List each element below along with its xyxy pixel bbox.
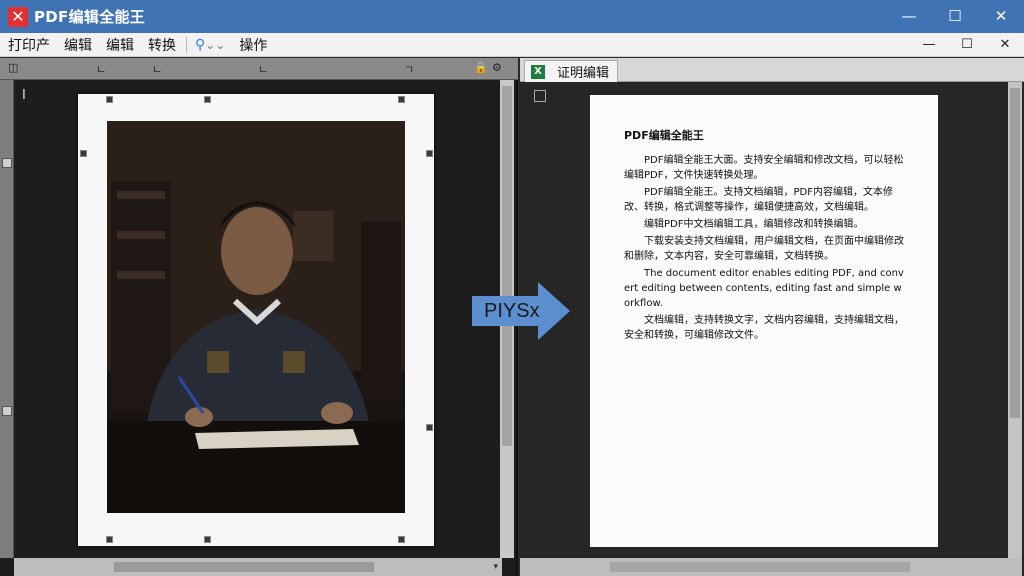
resize-handle[interactable] xyxy=(398,536,405,543)
app-title: PDF编辑全能王 xyxy=(34,8,146,26)
ruler-marker[interactable] xyxy=(2,158,12,168)
scrollbar-thumb[interactable] xyxy=(502,86,512,446)
document-paragraph: 文档编辑，支持转换文字，文档内容编辑，支持编辑文档，安全和转换，可编辑修改文件。 xyxy=(624,315,904,341)
photo-image[interactable] xyxy=(107,121,405,513)
resize-handle[interactable] xyxy=(398,96,405,103)
ruler-lock-icon: 🔒 xyxy=(474,61,488,74)
menu-item-actions[interactable]: 操作 xyxy=(239,35,267,55)
scrollbar-thumb[interactable] xyxy=(610,562,910,572)
menu-item-edit-2[interactable]: 编辑 xyxy=(106,35,134,55)
minimize-button[interactable]: — xyxy=(886,0,932,33)
menu-item-print[interactable]: 打印产 xyxy=(8,35,50,55)
resize-handle[interactable] xyxy=(80,150,87,157)
horizontal-scrollbar[interactable] xyxy=(520,558,1022,576)
menu-bar: 打印产 编辑 编辑 转换 ⚲ ⌄⌄ 操作 — ☐ ✕ xyxy=(0,33,1024,57)
close-button[interactable]: ✕ xyxy=(978,0,1024,33)
arrow-right-icon: PIYSx xyxy=(472,282,570,340)
menu-separator xyxy=(186,36,187,53)
resize-handle[interactable] xyxy=(204,96,211,103)
arrow-label: PIYSx xyxy=(484,300,540,322)
ruler-tab-icon: ㄱ xyxy=(404,63,415,76)
ruler-tab-icon: ㄴ xyxy=(152,63,163,76)
title-bar: ✕ PDF编辑全能王 — ☐ ✕ xyxy=(0,0,1024,33)
conversion-arrow: PIYSx xyxy=(472,282,572,340)
tab-document[interactable]: X 证明编辑 xyxy=(524,60,618,82)
source-pane: ◫ ㄴ ㄴ ㄴ ㄱ 🔒 ⚙ I ▾ xyxy=(0,58,518,576)
ruler-tab-icon: ㄴ xyxy=(96,63,107,76)
app-logo-icon: ✕ xyxy=(8,6,28,27)
document-paragraph: PDF编辑全能王。支持文档编辑，PDF内容编辑，文本修改、转换，格式调整等操作，… xyxy=(624,187,893,213)
page-corner-icon xyxy=(534,90,546,102)
document-page[interactable]: PDF编辑全能王 PDF编辑全能王大面。支持安全编辑和修改文档，可以轻松编辑PD… xyxy=(590,95,938,547)
ruler-marker-icon: ◫ xyxy=(8,61,19,74)
doc-close-button[interactable]: ✕ xyxy=(986,33,1024,57)
resize-handle[interactable] xyxy=(204,536,211,543)
menu-item-edit-1[interactable]: 编辑 xyxy=(64,35,92,55)
image-page[interactable] xyxy=(78,94,434,546)
pin-icon[interactable]: ⚲ xyxy=(195,37,205,53)
scrollbar-thumb[interactable] xyxy=(1010,88,1020,418)
resize-handle[interactable] xyxy=(426,424,433,431)
chevron-down-icon[interactable]: ⌄⌄ xyxy=(205,38,225,52)
tab-label: 证明编辑 xyxy=(557,66,610,81)
document-paragraph: 下载安装支持文档编辑，用户编辑文档，在页面中编辑修改和删除，文本内容，安全可靠编… xyxy=(624,236,904,262)
horizontal-scrollbar[interactable]: ▾ xyxy=(14,558,502,576)
student-writing-photo xyxy=(107,121,405,513)
vertical-scrollbar[interactable] xyxy=(1008,82,1022,558)
document-paragraph: The document editor enables editing PDF,… xyxy=(624,268,904,309)
scroll-down-icon[interactable]: ▾ xyxy=(493,562,498,572)
document-paragraph: PDF编辑全能王大面。支持安全编辑和修改文档，可以轻松编辑PDF，文件快速转换处… xyxy=(624,155,904,181)
maximize-button[interactable]: ☐ xyxy=(932,0,978,33)
ruler-tab-icon: ㄴ xyxy=(258,63,269,76)
resize-handle[interactable] xyxy=(106,96,113,103)
resize-handle[interactable] xyxy=(426,150,433,157)
result-pane: X 证明编辑 PDF编辑全能王 PDF编辑全能王大面。支持安全编辑和修改文档，可… xyxy=(520,58,1024,576)
scrollbar-thumb[interactable] xyxy=(114,562,374,572)
vertical-ruler xyxy=(0,80,14,558)
menu-item-convert[interactable]: 转换 xyxy=(148,35,176,55)
document-title: PDF编辑全能王 xyxy=(624,129,704,142)
resize-handle[interactable] xyxy=(106,536,113,543)
ruler-marker[interactable] xyxy=(2,406,12,416)
ruler-settings-icon: ⚙ xyxy=(492,61,502,74)
doc-minimize-button[interactable]: — xyxy=(910,33,948,57)
horizontal-ruler: ◫ ㄴ ㄴ ㄴ ㄱ 🔒 ⚙ xyxy=(0,58,518,80)
document-window-controls: — ☐ ✕ xyxy=(910,33,1024,57)
doc-maximize-button[interactable]: ☐ xyxy=(948,33,986,57)
document-paragraph: 编辑PDF中文档编辑工具，编辑修改和转换编辑。 xyxy=(644,219,864,230)
spreadsheet-icon: X xyxy=(531,64,545,79)
tab-strip: X 证明编辑 xyxy=(520,58,1024,82)
app-window: ✕ PDF编辑全能王 — ☐ ✕ 打印产 编辑 编辑 转换 ⚲ ⌄⌄ 操作 — … xyxy=(0,0,1024,576)
text-cursor-icon[interactable]: I xyxy=(22,88,26,103)
window-controls: — ☐ ✕ xyxy=(886,0,1024,33)
